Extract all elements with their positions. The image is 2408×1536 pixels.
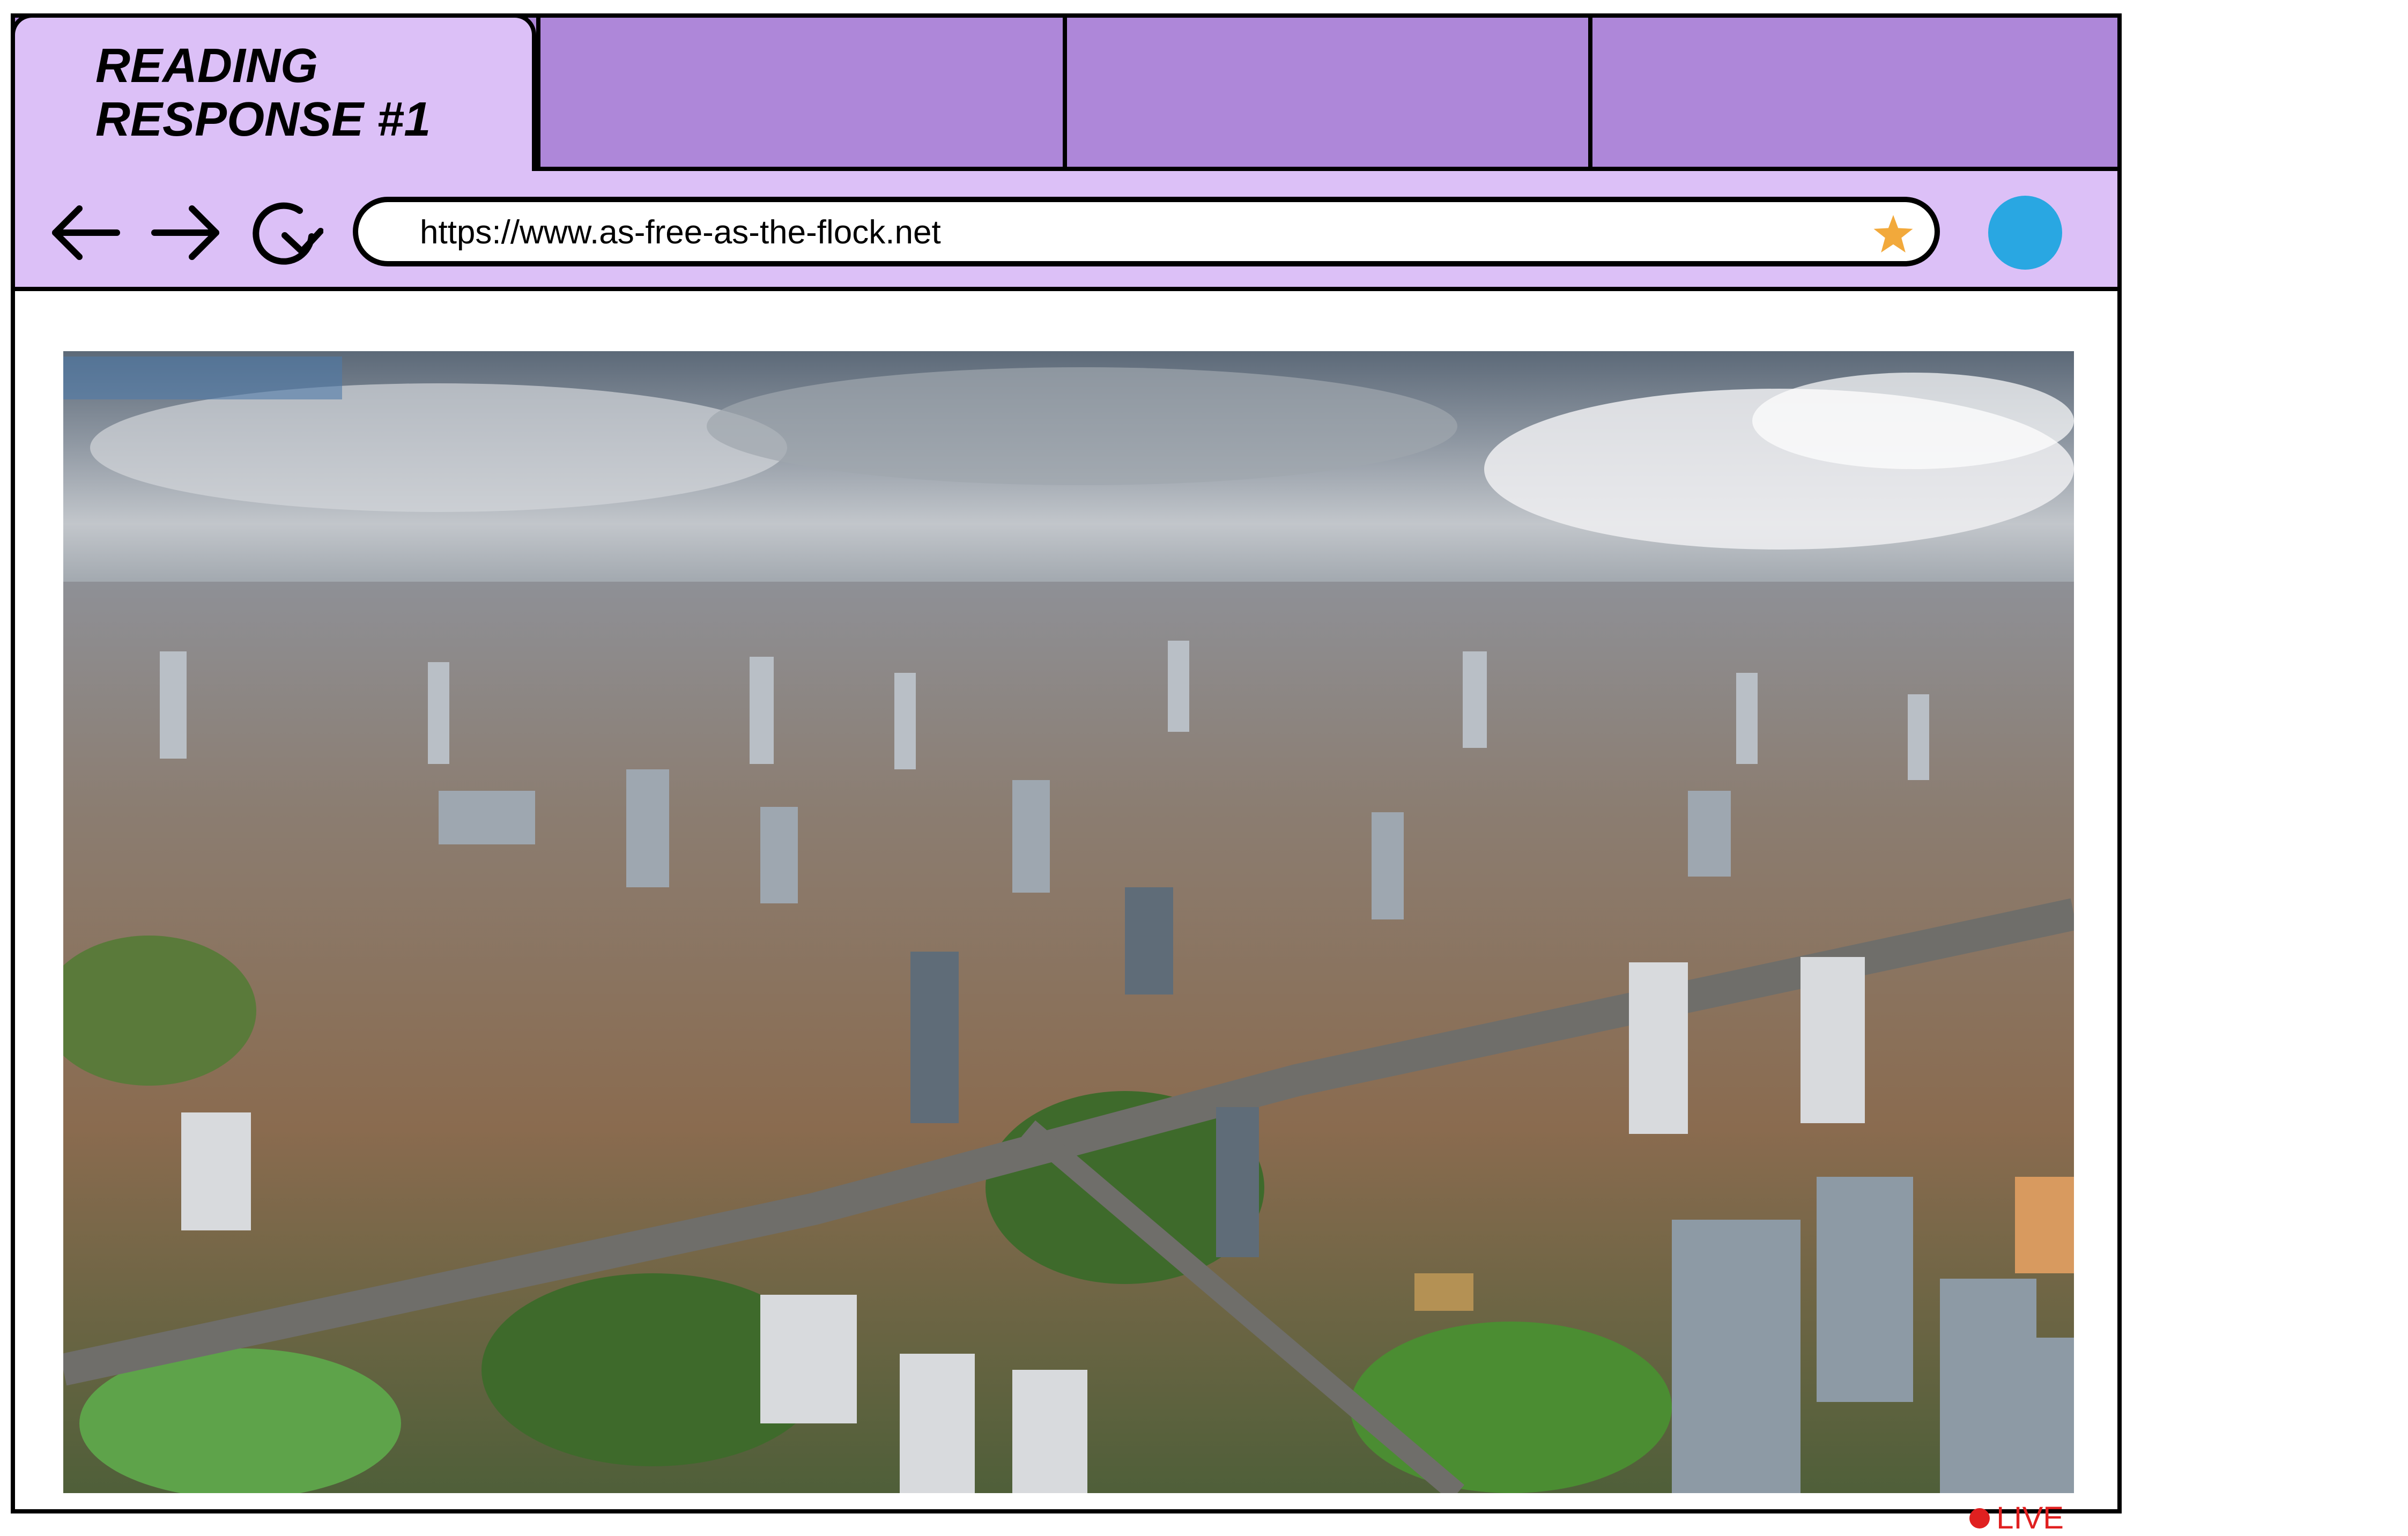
page-content: LIVE [15, 291, 2117, 1535]
live-indicator: LIVE [1969, 1500, 2064, 1536]
aerial-city-skyline-photo [63, 351, 2074, 1493]
tab-reading-response[interactable]: READING RESPONSE #1 [11, 13, 536, 171]
url-text: https://www.as-free-as-the-flock.net [420, 214, 941, 251]
profile-circle-icon[interactable] [1988, 196, 2062, 270]
tab-bar: READING RESPONSE #1 [11, 13, 2117, 171]
tab-empty-3[interactable] [1063, 18, 1588, 167]
tab-empty-2[interactable] [536, 18, 1063, 167]
live-dot-icon [1969, 1508, 1990, 1528]
browser-toolbar: https://www.as-free-as-the-flock.net [15, 167, 2117, 291]
browser-window: READING RESPONSE #1 https://www.as-free-… [11, 13, 2122, 1535]
aerial-city-photo [63, 351, 2074, 1493]
reload-button[interactable] [248, 198, 324, 268]
tab-title: READING RESPONSE #1 [95, 39, 431, 146]
back-arrow-icon [52, 205, 120, 260]
reload-icon [253, 202, 324, 265]
live-label: LIVE [1996, 1501, 2064, 1535]
tab-empty-4[interactable] [1588, 18, 2117, 167]
forward-button[interactable] [149, 198, 224, 268]
address-bar[interactable]: https://www.as-free-as-the-flock.net [353, 197, 1940, 266]
back-button[interactable] [47, 198, 122, 268]
forward-arrow-icon [151, 205, 219, 260]
star-icon[interactable] [1873, 215, 1913, 253]
